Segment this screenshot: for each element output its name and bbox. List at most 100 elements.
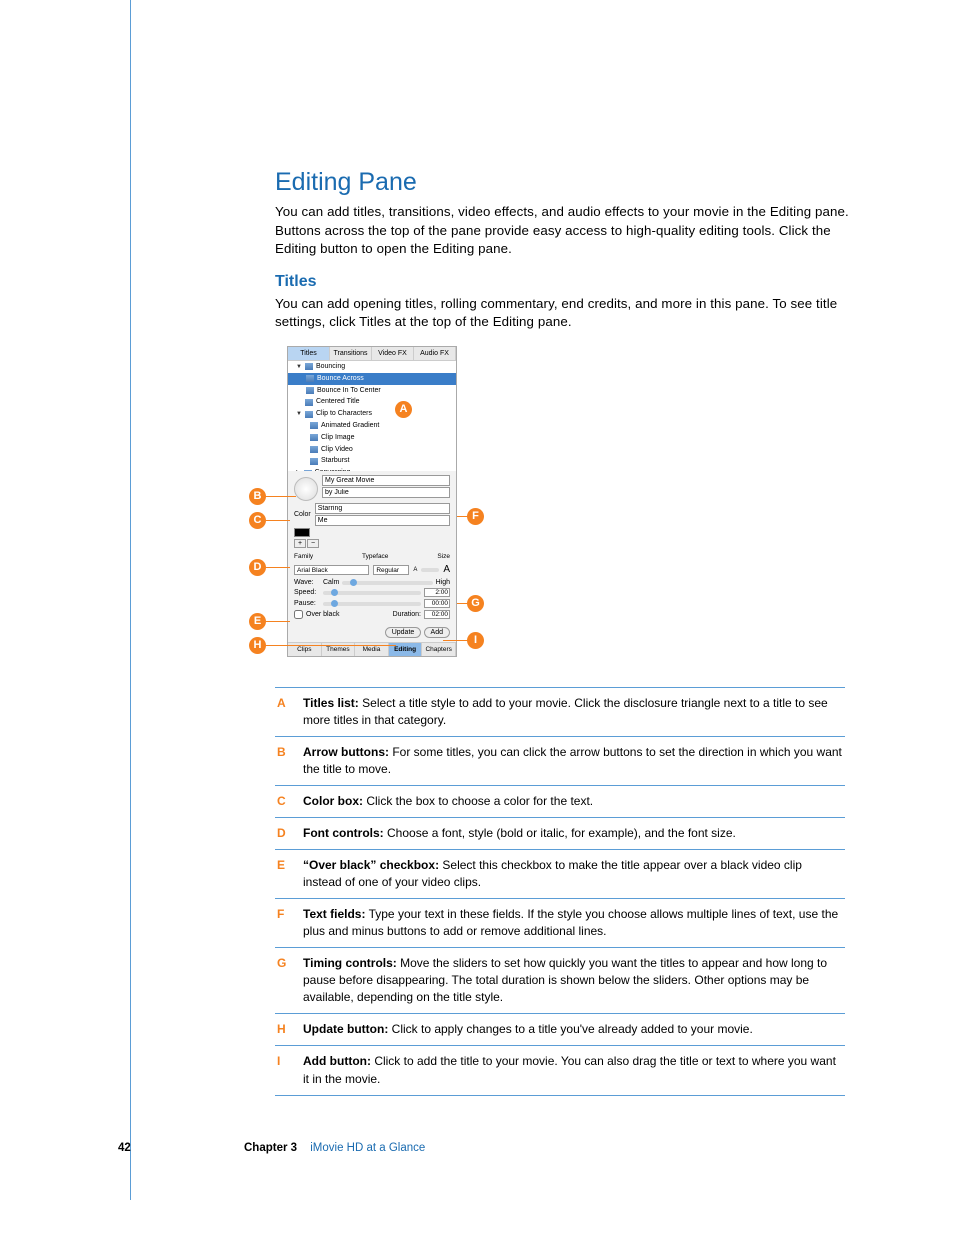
title-icon (305, 411, 313, 418)
callout-badge-g: G (467, 595, 484, 612)
callout-table: A Titles list: Select a title style to a… (275, 687, 845, 1096)
speed-slider[interactable] (323, 591, 421, 595)
tab-videofx[interactable]: Video FX (372, 347, 414, 360)
intro-paragraph: You can add titles, transitions, video e… (275, 203, 850, 259)
wave-label: Wave: (294, 579, 320, 586)
title-item-bouncing[interactable]: Bouncing (316, 362, 345, 372)
wave-low-label: Calm (323, 579, 339, 586)
callout-desc: Click to add the title to your movie. Yo… (303, 1054, 836, 1085)
tab-transitions[interactable]: Transitions (330, 347, 372, 360)
callout-term: Text fields: (303, 907, 365, 921)
callout-badge-e: E (249, 613, 266, 630)
tab-titles[interactable]: Titles (288, 347, 330, 360)
callout-letter: C (277, 793, 291, 810)
callout-row-c: C Color box: Click the box to choose a c… (275, 786, 845, 818)
title-text-line4[interactable] (315, 515, 450, 526)
callout-badge-i: I (467, 632, 484, 649)
page-footer: 42 Chapter 3 iMovie HD at a Glance (118, 1142, 848, 1154)
title-item-starburst[interactable]: Starburst (321, 456, 349, 466)
callout-term: Font controls: (303, 826, 384, 840)
subsection-heading: Titles (275, 273, 850, 291)
color-box[interactable] (294, 528, 310, 537)
title-icon (306, 387, 314, 394)
title-icon (305, 399, 313, 406)
add-line-button[interactable]: + (294, 539, 306, 548)
page-number: 42 (118, 1142, 131, 1154)
tab-audiofx[interactable]: Audio FX (414, 347, 456, 360)
update-button[interactable]: Update (385, 627, 422, 638)
callout-letter: F (277, 906, 291, 940)
callout-lead-g (457, 603, 469, 604)
tab-chapters[interactable]: Chapters (422, 643, 456, 656)
callout-badge-f: F (467, 508, 484, 525)
callout-letter: E (277, 857, 291, 891)
callout-desc: Type your text in these fields. If the s… (303, 907, 838, 938)
font-typeface-select[interactable]: Regular (373, 565, 409, 575)
callout-lead-d (266, 567, 290, 568)
title-item-animated-gradient[interactable]: Animated Gradient (321, 421, 379, 431)
title-item-bounce-in-to-center[interactable]: Bounce In To Center (317, 386, 381, 396)
title-icon (305, 363, 313, 370)
top-tabs: Titles Transitions Video FX Audio FX (288, 347, 456, 361)
callout-badge-a: A (395, 401, 412, 418)
callout-row-a: A Titles list: Select a title style to a… (275, 687, 845, 737)
title-item-clip-video[interactable]: Clip Video (321, 445, 353, 455)
callout-letter: H (277, 1021, 291, 1038)
over-black-label: Over black (306, 611, 339, 618)
callout-row-b: B Arrow buttons: For some titles, you ca… (275, 737, 845, 786)
callout-term: Add button: (303, 1054, 371, 1068)
over-black-checkbox[interactable] (294, 610, 303, 619)
duration-label: Duration: (393, 611, 421, 618)
title-item-converging[interactable]: Converging (315, 468, 351, 471)
title-icon (310, 422, 318, 429)
titles-pane-figure: Titles Transitions Video FX Audio FX ▼Bo… (257, 346, 497, 657)
wave-slider[interactable] (342, 581, 432, 585)
callout-letter: B (277, 744, 291, 778)
duration-value: 02:00 (424, 610, 450, 619)
title-text-line2[interactable] (322, 487, 450, 498)
callout-desc: Choose a font, style (bold or italic, fo… (387, 826, 736, 840)
direction-arrows[interactable] (294, 477, 318, 501)
pause-label: Pause: (294, 600, 320, 607)
callout-row-d: D Font controls: Choose a font, style (b… (275, 818, 845, 850)
callout-row-g: G Timing controls: Move the sliders to s… (275, 948, 845, 1014)
titles-list[interactable]: ▼Bouncing Bounce Across Bounce In To Cen… (288, 361, 456, 471)
callout-badge-d: D (249, 559, 266, 576)
title-item-centered-title[interactable]: Centered Title (316, 397, 360, 407)
callout-badge-c: C (249, 512, 266, 529)
callout-desc: Click the box to choose a color for the … (366, 794, 593, 808)
callout-lead-i (443, 640, 469, 641)
title-item-clip-image[interactable]: Clip Image (321, 433, 354, 443)
title-icon (310, 446, 318, 453)
remove-line-button[interactable]: − (307, 539, 319, 548)
title-item-bounce-across[interactable]: Bounce Across (317, 374, 364, 384)
title-text-line1[interactable] (322, 475, 450, 486)
callout-letter: D (277, 825, 291, 842)
pause-value: 00:00 (424, 599, 450, 608)
speed-value: 2:00 (424, 588, 450, 597)
callout-letter: I (277, 1053, 291, 1087)
callout-desc: Click to apply changes to a title you've… (392, 1022, 753, 1036)
font-typeface-label: Typeface (362, 553, 388, 560)
size-large-icon: A (443, 564, 450, 575)
callout-row-e: E “Over black” checkbox: Select this che… (275, 850, 845, 899)
add-button[interactable]: Add (424, 627, 450, 638)
callout-row-f: F Text fields: Type your text in these f… (275, 899, 845, 948)
callout-term: Timing controls: (303, 956, 397, 970)
callout-lead-b (266, 496, 296, 497)
title-icon (310, 458, 318, 465)
callout-letter: A (277, 695, 291, 729)
pause-slider[interactable] (323, 602, 421, 606)
callout-desc: Select a title style to add to your movi… (303, 696, 828, 727)
wave-high-label: High (436, 579, 450, 586)
callout-term: “Over black” checkbox: (303, 858, 439, 872)
title-icon (310, 434, 318, 441)
callout-term: Titles list: (303, 696, 359, 710)
chapter-title: iMovie HD at a Glance (310, 1142, 425, 1154)
font-size-slider[interactable] (421, 568, 439, 572)
font-family-select[interactable]: Arial Black (294, 565, 369, 575)
chapter-label: Chapter 3 (244, 1142, 297, 1154)
title-item-clip-to-characters[interactable]: Clip to Characters (316, 409, 372, 419)
title-text-line3[interactable] (315, 503, 450, 514)
page-content: Editing Pane You can add titles, transit… (130, 0, 850, 1096)
